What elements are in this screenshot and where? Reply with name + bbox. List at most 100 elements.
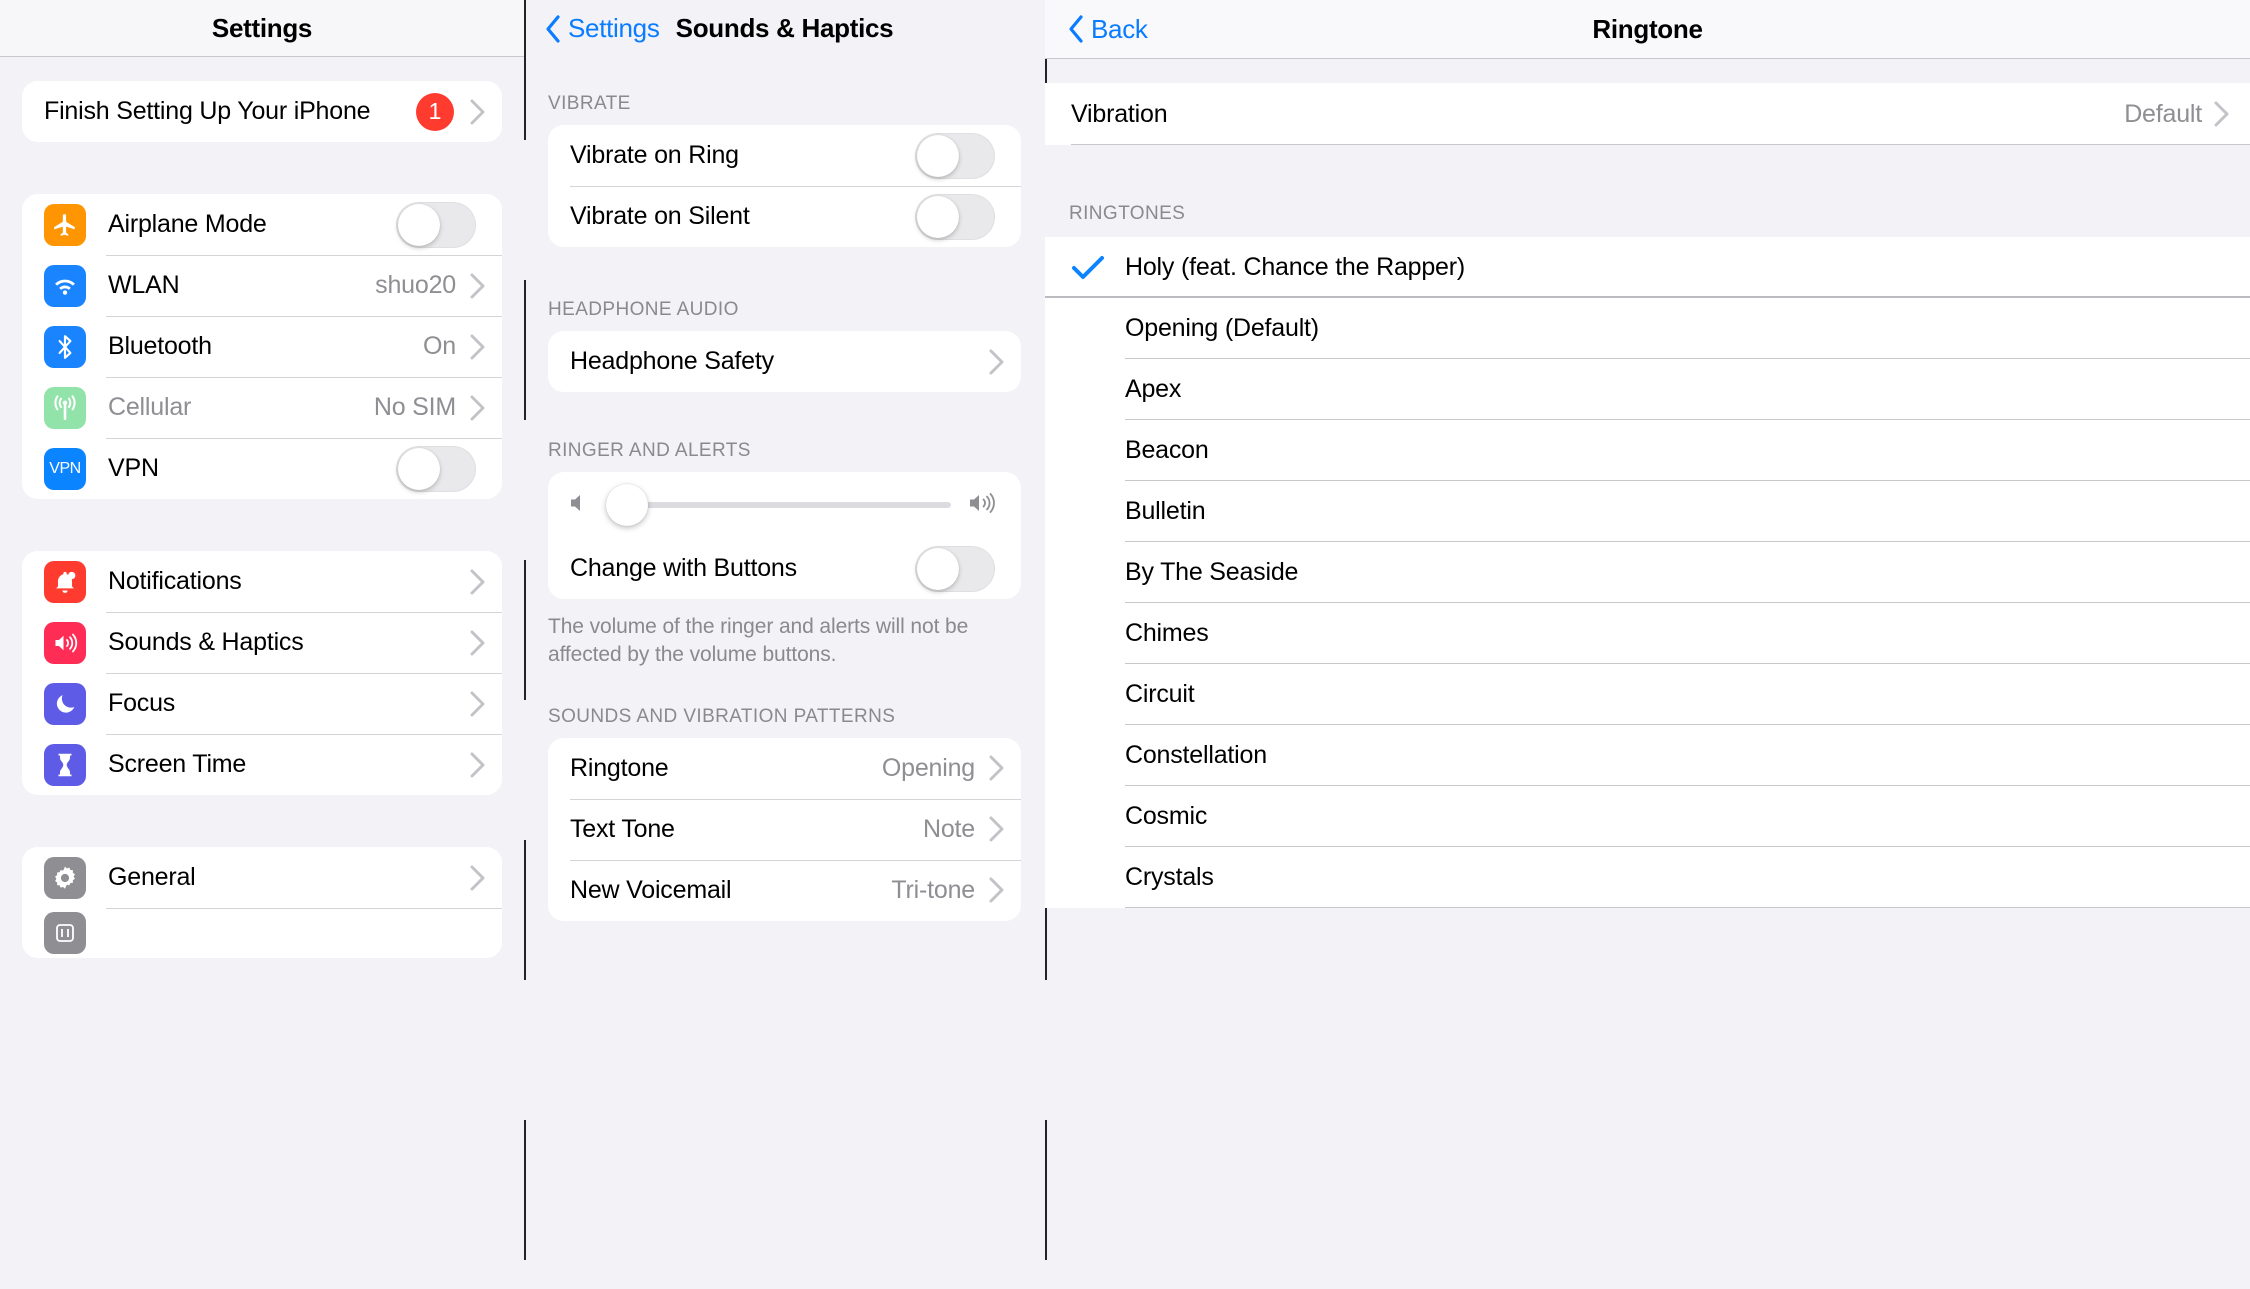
list-item[interactable]: Crystals <box>1045 847 2250 908</box>
chevron-right-icon <box>989 877 1005 903</box>
airplane-mode-label: Airplane Mode <box>108 210 267 238</box>
settings-group-setup: Finish Setting Up Your iPhone 1 <box>22 81 502 142</box>
ringer-volume-slider-track[interactable] <box>606 484 951 526</box>
row-vibration[interactable]: Vibration Default <box>1045 83 2250 145</box>
chevron-right-icon <box>989 816 1005 842</box>
new-voicemail-label: New Voicemail <box>570 875 732 904</box>
sidebar-item-notifications[interactable]: Notifications <box>22 551 502 612</box>
chevron-right-icon <box>470 630 486 656</box>
row-text-tone[interactable]: Text Tone Note <box>548 798 1021 860</box>
list-item-label: Cosmic <box>1125 802 1208 830</box>
chevron-right-icon <box>470 334 486 360</box>
headphone-audio-group: Headphone Safety <box>548 331 1021 392</box>
sounds-haptics-label: Sounds & Haptics <box>108 628 304 656</box>
list-item-label: Beacon <box>1125 436 1209 464</box>
screen-time-label: Screen Time <box>108 750 247 778</box>
change-with-buttons-toggle[interactable] <box>915 545 995 592</box>
settings-group-system: General <box>22 847 502 958</box>
vpn-toggle[interactable] <box>396 445 476 492</box>
moon-icon <box>44 682 86 725</box>
text-tone-label: Text Tone <box>570 814 675 843</box>
sidebar-item-focus[interactable]: Focus <box>22 673 502 734</box>
ringer-alerts-group: Change with Buttons <box>548 472 1021 599</box>
checkmark-icon <box>1071 255 1125 281</box>
sidebar-item-airplane-mode[interactable]: Airplane Mode <box>22 194 502 255</box>
bell-icon <box>44 560 86 603</box>
list-item-label: Chimes <box>1125 619 1209 647</box>
back-button[interactable]: Back <box>1067 14 1148 45</box>
list-item-label: By The Seaside <box>1125 558 1299 586</box>
settings-group-notifications: Notifications Sounds & Haptics Focus Scr… <box>22 551 502 795</box>
row-vibrate-on-silent[interactable]: Vibrate on Silent <box>548 186 1021 247</box>
list-item[interactable]: Beacon <box>1045 420 2250 481</box>
finish-setup-label: Finish Setting Up Your iPhone <box>44 97 371 125</box>
page-title: Settings <box>211 12 313 43</box>
list-item[interactable]: By The Seaside <box>1045 542 2250 603</box>
chevron-right-icon <box>470 395 486 421</box>
settings-scroll-area[interactable]: Finish Setting Up Your iPhone 1 Airplane… <box>0 57 524 1289</box>
list-item-label: Opening (Default) <box>1125 314 1319 342</box>
wlan-label: WLAN <box>108 271 180 299</box>
sidebar-item-cellular[interactable]: Cellular No SIM <box>22 377 502 438</box>
chevron-left-icon <box>546 14 560 43</box>
chevron-right-icon <box>470 691 486 717</box>
vibrate-on-silent-label: Vibrate on Silent <box>570 202 750 230</box>
sidebar-item-sounds-haptics[interactable]: Sounds & Haptics <box>22 612 502 673</box>
list-item[interactable]: Circuit <box>1045 664 2250 725</box>
list-item[interactable]: Bulletin <box>1045 481 2250 542</box>
row-ringtone[interactable]: Ringtone Opening <box>548 737 1021 799</box>
back-button-settings[interactable]: Settings <box>544 13 660 44</box>
list-item[interactable]: Opening (Default) <box>1045 298 2250 359</box>
vibrate-on-silent-toggle[interactable] <box>915 193 995 240</box>
ringtone-scroll-area[interactable]: Vibration Default RINGTONES Holy (feat. … <box>1045 59 2250 908</box>
ringer-volume-slider-row[interactable] <box>548 472 1021 538</box>
list-item[interactable]: Holy (feat. Chance the Rapper) <box>1045 237 2250 298</box>
sidebar-item-general[interactable]: General <box>22 847 502 908</box>
row-change-with-buttons[interactable]: Change with Buttons <box>548 538 1021 599</box>
sidebar-item-wlan[interactable]: WLAN shuo20 <box>22 255 502 316</box>
cellular-label: Cellular <box>108 393 192 421</box>
chevron-right-icon <box>470 273 486 299</box>
settings-list-panel: Settings Finish Setting Up Your iPhone 1 <box>0 0 524 1289</box>
row-new-voicemail[interactable]: New Voicemail Tri-tone <box>548 859 1021 921</box>
chevron-left-icon <box>1069 15 1083 43</box>
list-item-label: Bulletin <box>1125 497 1206 525</box>
row-vibrate-on-ring[interactable]: Vibrate on Ring <box>548 125 1021 186</box>
general-label: General <box>108 863 196 891</box>
ringer-volume-slider-thumb[interactable] <box>606 484 649 526</box>
list-item[interactable]: Cosmic <box>1045 786 2250 847</box>
chevron-right-icon <box>989 349 1005 375</box>
list-item[interactable]: Constellation <box>1045 725 2250 786</box>
sidebar-item-finish-setting-up[interactable]: Finish Setting Up Your iPhone 1 <box>22 81 502 142</box>
sounds-scroll-area[interactable]: VIBRATE Vibrate on Ring Vibrate on Silen… <box>524 57 1045 921</box>
chevron-right-icon <box>989 755 1005 781</box>
list-item-label: Crystals <box>1125 863 1214 891</box>
section-header-headphone-audio: HEADPHONE AUDIO <box>548 299 739 320</box>
airplane-mode-toggle[interactable] <box>396 201 476 248</box>
list-item[interactable]: Chimes <box>1045 603 2250 664</box>
sidebar-item-screen-time[interactable]: Screen Time <box>22 734 502 795</box>
wifi-icon <box>44 264 86 307</box>
speaker-low-icon <box>568 491 594 520</box>
speaker-high-icon <box>967 491 1001 520</box>
sidebar-item-vpn[interactable]: VPN VPN <box>22 438 502 499</box>
bluetooth-value: On <box>423 332 456 360</box>
ringtones-list: Holy (feat. Chance the Rapper) Opening (… <box>1045 237 2250 908</box>
row-headphone-safety[interactable]: Headphone Safety <box>548 331 1021 392</box>
sidebar-item-control-center[interactable] <box>22 908 502 958</box>
vibrate-on-ring-toggle[interactable] <box>915 132 995 179</box>
sounds-nav-bar: Settings Sounds & Haptics <box>524 0 1045 57</box>
back-button-label: Settings <box>568 13 660 43</box>
notifications-label: Notifications <box>108 567 242 595</box>
vpn-label: VPN <box>108 454 159 482</box>
gear-icon <box>44 856 86 899</box>
list-item-label: Apex <box>1125 375 1182 403</box>
settings-nav-bar: Settings <box>0 0 524 57</box>
ringtone-label: Ringtone <box>570 753 669 782</box>
list-item[interactable]: Apex <box>1045 359 2250 420</box>
sidebar-item-bluetooth[interactable]: Bluetooth On <box>22 316 502 377</box>
vibration-value: Default <box>2124 99 2202 128</box>
section-header-sounds-vibration-patterns: SOUNDS AND VIBRATION PATTERNS <box>548 705 896 727</box>
chevron-right-icon <box>470 569 486 595</box>
cellular-icon <box>44 386 86 429</box>
